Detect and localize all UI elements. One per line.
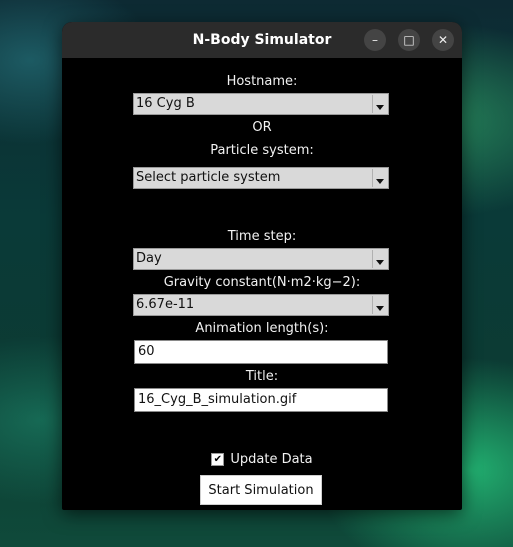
update-data-checkbox[interactable]: ✔ [211,453,225,466]
animation-length-value: 60 [138,344,155,359]
maximize-button[interactable]: □ [398,29,420,51]
close-icon: ✕ [437,33,449,47]
start-simulation-button[interactable]: Start Simulation [200,475,322,505]
particle-system-select[interactable]: Select particle system [133,167,389,189]
window-title: N-Body Simulator [192,32,332,48]
minimize-button[interactable]: – [364,29,386,51]
title-value: 16_Cyg_B_simulation.gif [138,392,297,407]
close-button[interactable]: ✕ [432,29,454,51]
time-step-select[interactable]: Day [133,248,389,270]
update-data-row: ✔ Update Data [62,452,462,467]
title-label: Title: [245,369,279,384]
chevron-down-icon [372,169,387,187]
hostname-value: 16 Cyg B [136,96,195,111]
app-window: N-Body Simulator – □ ✕ Hostname: 16 Cyg … [62,22,462,510]
gravity-constant-select[interactable]: 6.67e-11 [133,294,389,316]
title-bar[interactable]: N-Body Simulator – □ ✕ [62,22,462,58]
form-area: Hostname: 16 Cyg B OR Particle system: S… [62,58,462,510]
hostname-label: Hostname: [226,74,298,89]
time-step-value: Day [136,251,162,266]
check-icon: ✔ [213,453,223,465]
chevron-down-icon [372,250,387,268]
chevron-down-icon [372,296,387,314]
gravity-constant-value: 6.67e-11 [136,297,195,312]
gravity-constant-label: Gravity constant(N·m2·kg−2): [163,275,361,290]
chevron-down-icon [372,95,387,113]
time-step-label: Time step: [227,229,297,244]
animation-length-input[interactable]: 60 [134,340,388,364]
or-label: OR [252,120,272,135]
particle-system-value: Select particle system [136,170,281,185]
update-data-label[interactable]: Update Data [230,452,312,467]
animation-length-label: Animation length(s): [195,321,329,336]
hostname-select[interactable]: 16 Cyg B [133,93,389,115]
particle-system-label: Particle system: [210,143,314,158]
minimize-icon: – [372,33,378,47]
title-input[interactable]: 16_Cyg_B_simulation.gif [134,388,388,412]
maximize-icon: □ [403,33,415,47]
